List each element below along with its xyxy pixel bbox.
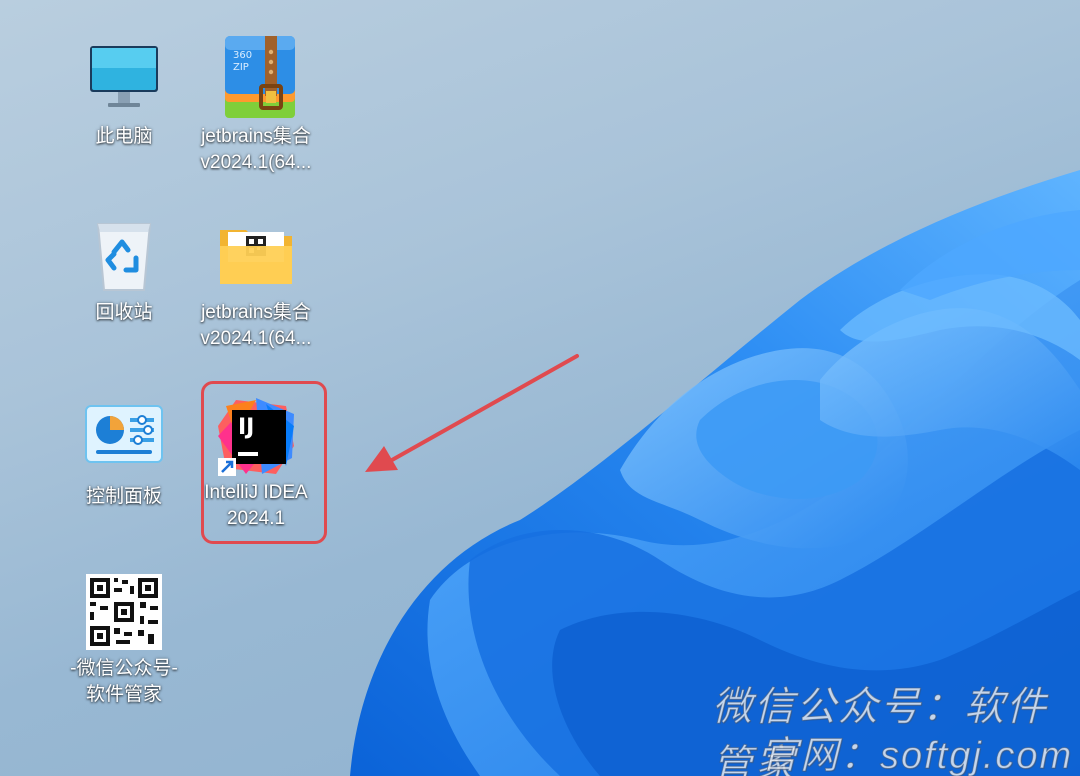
pointer-arrow-icon: [365, 354, 579, 472]
watermark-line-2: 官网：softgj.com: [759, 735, 1074, 776]
desktop: 此电脑 360 ZIP jetbrains集合 v2024.1(64... 回收…: [0, 0, 1080, 776]
